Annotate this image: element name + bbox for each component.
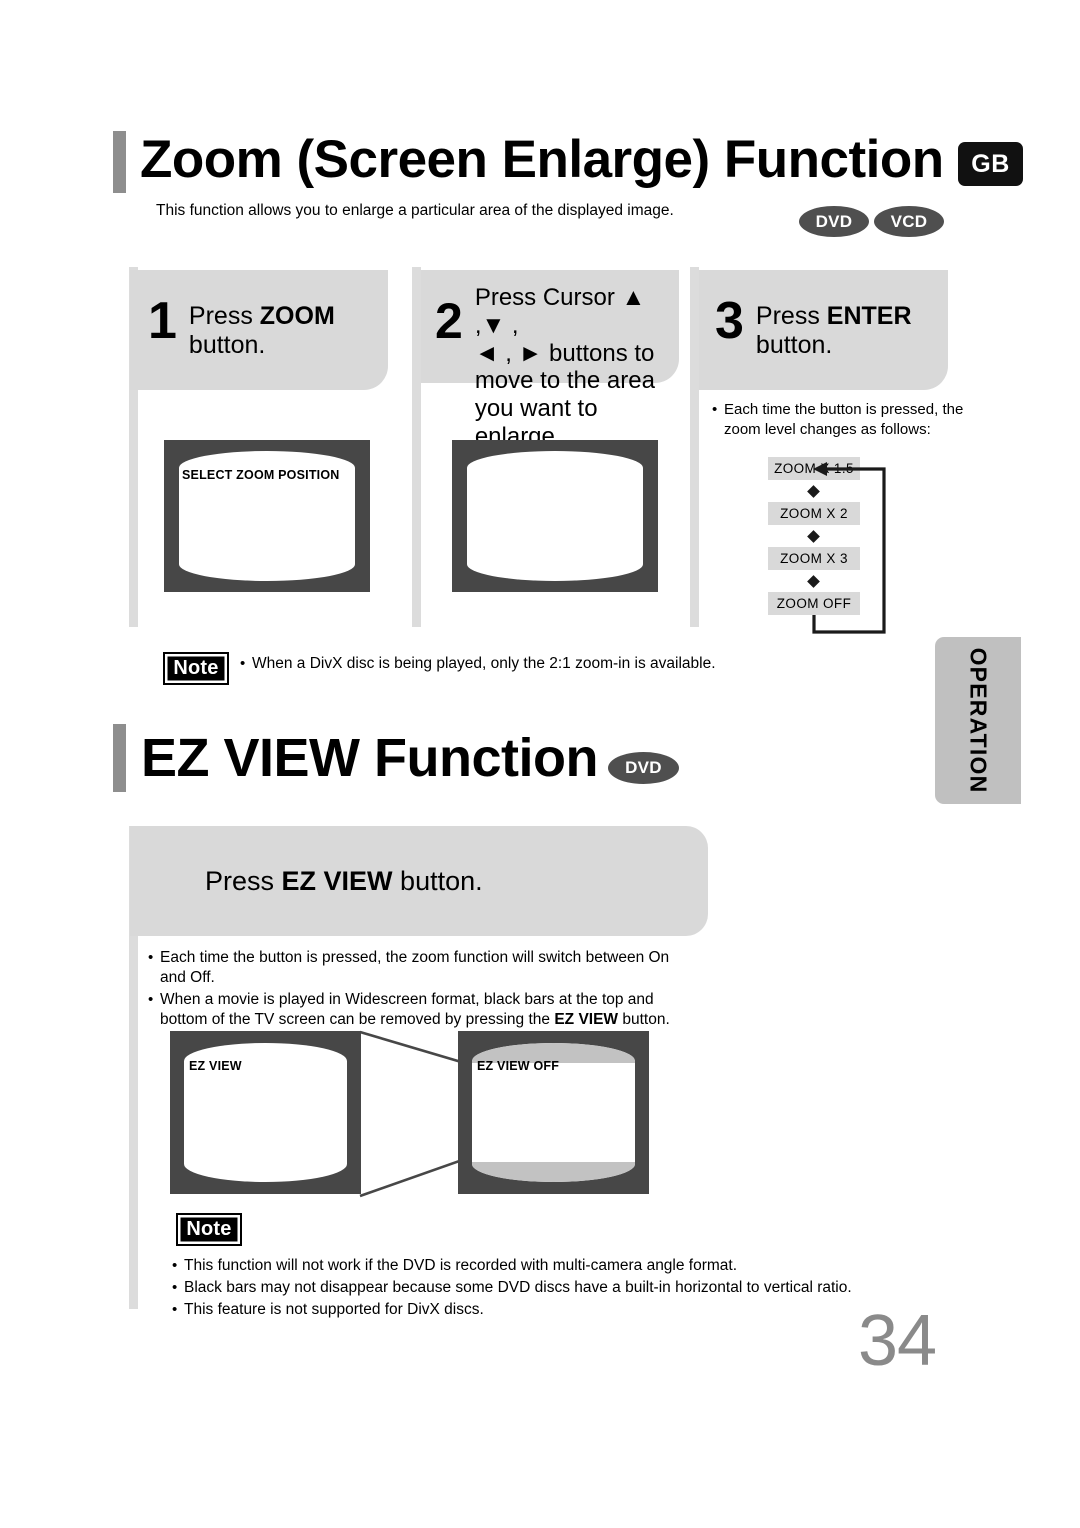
disc-badge-vcd-zoom: VCD [874,206,944,237]
column-rule-mid1-zoom [412,267,421,627]
tv-illustration-ezview-off: EZ VIEW OFF [458,1031,649,1194]
ezview-bullets: • Each time the button is pressed, the z… [148,948,678,1033]
step-1-number: 1 [148,292,177,350]
ezview-note-2: Black bars may not disappear because som… [184,1279,852,1297]
ezview-instruction-text: Press EZ VIEW button. [205,865,483,896]
step-box-2: 2 Press Cursor ▲ ,▼ , ◄ , ► buttons to mov… [421,270,679,450]
column-rule-mid2-zoom [690,267,699,627]
bullet-dot: • [172,1301,178,1319]
zoom-level-intro-bullet: • Each time the button is pressed, the z… [712,400,980,441]
step-3-text: Press ENTER button. [755,302,912,359]
bullet-dot: • [240,655,246,672]
step-box-3: 3 Press ENTER button. [699,270,948,390]
disc-badge-dvd-ezview: DVD [608,752,679,784]
ezview-section-title: EZ VIEW Function [141,728,598,788]
ezview-note-bullets: • This function will not work if the DVD… [172,1256,892,1322]
bullet-dot: • [148,991,154,1009]
bullet-dot: • [172,1279,178,1297]
zoom-note-text: When a DivX disc is being played, only t… [252,655,716,672]
tv-osd-select-zoom-position: SELECT ZOOM POSITION [182,468,340,482]
ezview-note-1: This function will not work if the DVD i… [184,1257,738,1274]
zoom-title-accent-bar [113,131,126,193]
bullet-dot: • [148,949,154,966]
tv-illustration-step1: SELECT ZOOM POSITION [164,440,370,592]
note-badge-zoom: Note [163,652,229,685]
ezview-bullet-2: When a movie is played in Widescreen for… [160,991,670,1029]
disc-badge-dvd-zoom: DVD [799,206,869,237]
zoom-note-bullets: • When a DivX disc is being played, only… [240,654,740,676]
bullet-dot: • [712,401,718,418]
step-3-number: 3 [715,292,744,350]
letterbox-bar-bottom [471,1161,636,1182]
tv-osd-ez-view-off: EZ VIEW OFF [477,1059,560,1073]
zoom-intro-text: This function allows you to enlarge a pa… [156,202,674,219]
language-badge-gb: GB [958,142,1023,186]
side-tab-operation: OPERATION [935,637,1021,804]
step-2-text: Press Cursor ▲ ,▼ , ◄ , ► buttons to move … [474,284,655,451]
zoom-loop-arrow [812,462,886,634]
note-badge-ezview: Note [176,1213,242,1246]
tv-illustration-ezview-on: EZ VIEW [170,1031,361,1194]
zoom-level-intro-text: Each time the button is pressed, the zoo… [724,401,964,438]
tv-screen-step2 [466,451,644,581]
ezview-bullet-1: Each time the button is pressed, the zoo… [160,949,670,987]
bullet-dot: • [172,1257,178,1274]
step-1-text: Press ZOOM button. [188,302,335,359]
step-2-number: 2 [435,293,463,349]
ezview-note-3: This feature is not supported for DivX d… [184,1301,484,1319]
side-tab-label: OPERATION [965,647,992,794]
ezview-instruction-panel: Press EZ VIEW button. [130,826,708,936]
tv-illustration-step2 [452,440,658,592]
tv-osd-ez-view: EZ VIEW [189,1059,242,1073]
page-number: 34 [858,1301,937,1381]
ezview-title-accent-bar [113,724,126,792]
step-box-1: 1 Press ZOOM button. [130,270,388,390]
zoom-section-title: Zoom (Screen Enlarge) Function [140,130,944,189]
